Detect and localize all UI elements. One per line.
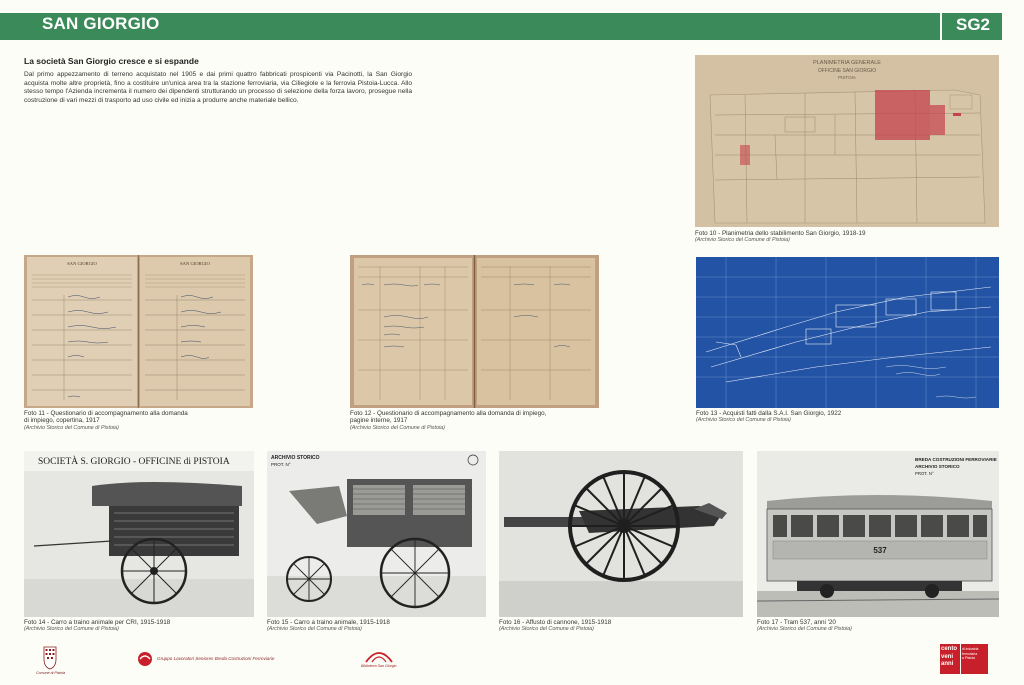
page-title: SAN GIORGIO (42, 14, 160, 33)
caption-photo-16: Foto 16 - Affusto di cannone, 1915-1918 … (499, 619, 743, 633)
caption-photo-14: Foto 14 - Carro a traino animale per CRI… (24, 619, 254, 633)
caption-text: Foto 16 - Affusto di cannone, 1915-1918 (499, 619, 612, 626)
caption-source: (Archivio Storico del Comune di Pistoia) (350, 424, 445, 431)
archive-stamp-line1: ARCHIVIO STORICO (271, 455, 320, 461)
logo-side-3: a Pistoia (962, 656, 976, 661)
centoventi-anni-logo: cento veni anni di industria ferroviaria… (940, 644, 988, 674)
tram-number: 537 (873, 546, 887, 555)
logo-side-2: ferroviaria (962, 651, 978, 656)
gruppo-logo-text: Gruppo Lavoratori Seniores Breda Costruz… (157, 656, 275, 661)
comune-logo-text: Comune di Pistoia (36, 671, 66, 675)
site-plan-subtitle: OFFICINE SAN GIORGIO (818, 68, 876, 74)
caption-source: (Archivio Storico del Comune di Pistoia) (696, 417, 791, 424)
caption-source: (Archivio Storico del Comune di Pistoia) (757, 626, 852, 633)
caption-source: (Archivio Storico del Comune di Pistoia) (24, 626, 119, 633)
comune-pistoia-logo: Comune di Pistoia (36, 645, 66, 675)
caption-source: (Archivio Storico del Comune di Pistoia) (499, 626, 594, 633)
photo-13-blueprint (696, 257, 999, 408)
caption-text: Foto 10 - Planimetria dello stabilimento… (695, 230, 866, 237)
caption-source: (Archivio Storico del Comune di Pistoia) (267, 626, 362, 633)
caption-source: (Archivio Storico del Comune di Pistoia) (695, 237, 790, 244)
caption-photo-11: Foto 11 - Questionario di accompagnament… (24, 410, 253, 432)
section-subtitle: La società San Giorgio cresce e si espan… (24, 56, 199, 66)
caption-text: Foto 17 - Tram 537, anni '20 (757, 619, 836, 626)
site-plan-city: PISTOIA (838, 75, 856, 80)
panel-code: SG2 (955, 15, 991, 34)
caption-text-line2: pagine interne, 1917 (350, 417, 408, 425)
cover-left-title: SAN GIORGIO (67, 261, 97, 266)
gruppo-lavoratori-logo: Gruppo Lavoratori Seniores Breda Costruz… (135, 651, 305, 667)
site-plan-title: PLANIMETRIA GENERALE (813, 60, 881, 66)
logo-side-1: di industria (962, 647, 979, 651)
caption-text: Foto 13 - Acquisti fatti dalla S.A.I. Sa… (696, 410, 842, 417)
caption-text: Foto 14 - Carro a traino animale per CRI… (24, 619, 171, 626)
caption-text-line2: di impiego, copertina, 1917 (24, 417, 100, 425)
photo-17-tram-537: BREDA COSTRUZIONI FERROVIARIE ARCHIVIO S… (757, 451, 999, 617)
photo-banner-text: SOCIETÀ S. GIORGIO - OFFICINE di PISTOIA (38, 455, 230, 467)
biblioteca-logo-text: Biblioteca San Giorgio (361, 664, 397, 668)
caption-text-line1: Foto 12 - Questionario di accompagnament… (350, 410, 547, 417)
logo-line-3: anni (941, 661, 954, 667)
photo-16-cannon-carriage (499, 451, 743, 617)
photo-12-questionnaire-inner (350, 255, 599, 408)
intro-paragraph: Dal primo appezzamento di terreno acquis… (24, 71, 412, 104)
archive-stamp-line3: PROT. N° (915, 471, 934, 476)
caption-photo-17: Foto 17 - Tram 537, anni '20 (Archivio S… (757, 619, 999, 633)
photo-14-cri-cart: SOCIETÀ S. GIORGIO - OFFICINE di PISTOIA (24, 451, 254, 617)
caption-text: Foto 15 - Carro a traino animale, 1915-1… (267, 619, 390, 626)
cover-right-title: SAN GIORGIO (180, 261, 210, 266)
caption-photo-12: Foto 12 - Questionario di accompagnament… (350, 410, 599, 432)
photo-10-site-plan: PLANIMETRIA GENERALE OFFICINE SAN GIORGI… (695, 55, 999, 227)
caption-text-line1: Foto 11 - Questionario di accompagnament… (24, 410, 188, 417)
caption-photo-10: Foto 10 - Planimetria dello stabilimento… (695, 230, 999, 244)
biblioteca-san-giorgio-logo: Biblioteca San Giorgio (360, 646, 398, 670)
logo-line-1: cento (941, 646, 958, 652)
archive-stamp-line1: BREDA COSTRUZIONI FERROVIARIE (915, 457, 997, 462)
caption-source: (Archivio Storico del Comune di Pistoia) (24, 424, 119, 431)
logo-line-2: veni (941, 653, 954, 660)
photo-15-animal-cart: ARCHIVIO STORICO PROT. N° (267, 451, 486, 617)
caption-photo-13: Foto 13 - Acquisti fatti dalla S.A.I. Sa… (696, 410, 999, 424)
archive-stamp-line2: ARCHIVIO STORICO (915, 464, 960, 469)
caption-photo-15: Foto 15 - Carro a traino animale, 1915-1… (267, 619, 486, 633)
photo-11-questionnaire-cover: SAN GIORGIO SAN GIORGIO (24, 255, 253, 408)
archive-stamp-line2: PROT. N° (271, 462, 291, 467)
